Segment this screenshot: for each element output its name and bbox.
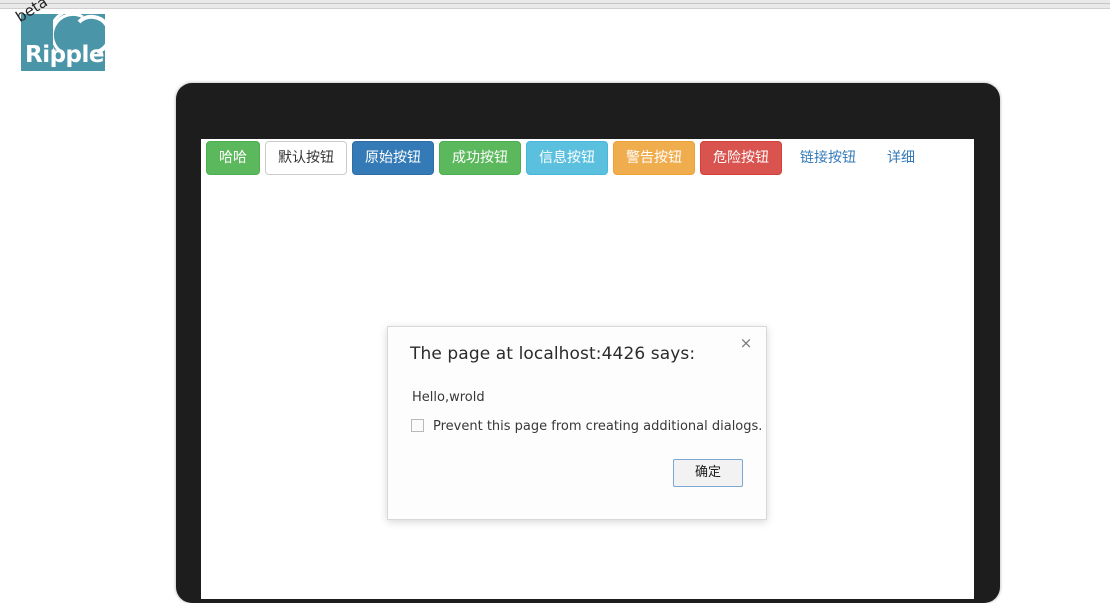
prevent-dialogs-row: Prevent this page from creating addition…: [411, 417, 762, 437]
javascript-alert-dialog: The page at localhost:4426 says: × Hello…: [387, 326, 767, 520]
browser-top-strip: [0, 0, 1110, 9]
detail-button[interactable]: 详细: [874, 141, 928, 175]
dialog-title: The page at localhost:4426 says:: [410, 344, 696, 364]
warning-button[interactable]: 警告按钮: [613, 141, 695, 175]
prevent-dialogs-checkbox[interactable]: [411, 419, 424, 432]
primary-button[interactable]: 原始按钮: [352, 141, 434, 175]
haha-button[interactable]: 哈哈: [206, 141, 260, 175]
info-button[interactable]: 信息按钮: [526, 141, 608, 175]
success-button[interactable]: 成功按钮: [439, 141, 521, 175]
link-button[interactable]: 链接按钮: [787, 141, 869, 175]
prevent-dialogs-label: Prevent this page from creating addition…: [433, 419, 763, 434]
button-toolbar: 哈哈 默认按钮 原始按钮 成功按钮 信息按钮 警告按钮 危险按钮 链接按钮 详细: [206, 141, 966, 181]
device-frame: 哈哈 默认按钮 原始按钮 成功按钮 信息按钮 警告按钮 危险按钮 链接按钮 详细 The pag…: [176, 83, 1000, 603]
strip-divider: [0, 3, 1110, 4]
logo-wordmark: Ripple: [25, 42, 105, 68]
danger-button[interactable]: 危险按钮: [700, 141, 782, 175]
dialog-ok-button[interactable]: 确定: [673, 459, 743, 487]
device-screen: 哈哈 默认按钮 原始按钮 成功按钮 信息按钮 警告按钮 危险按钮 链接按钮 详细 The pag…: [201, 139, 974, 599]
dialog-message: Hello,wrold: [412, 390, 485, 405]
ripple-logo: Ripple: [21, 12, 107, 71]
default-button[interactable]: 默认按钮: [265, 141, 347, 175]
close-icon[interactable]: ×: [736, 333, 756, 353]
